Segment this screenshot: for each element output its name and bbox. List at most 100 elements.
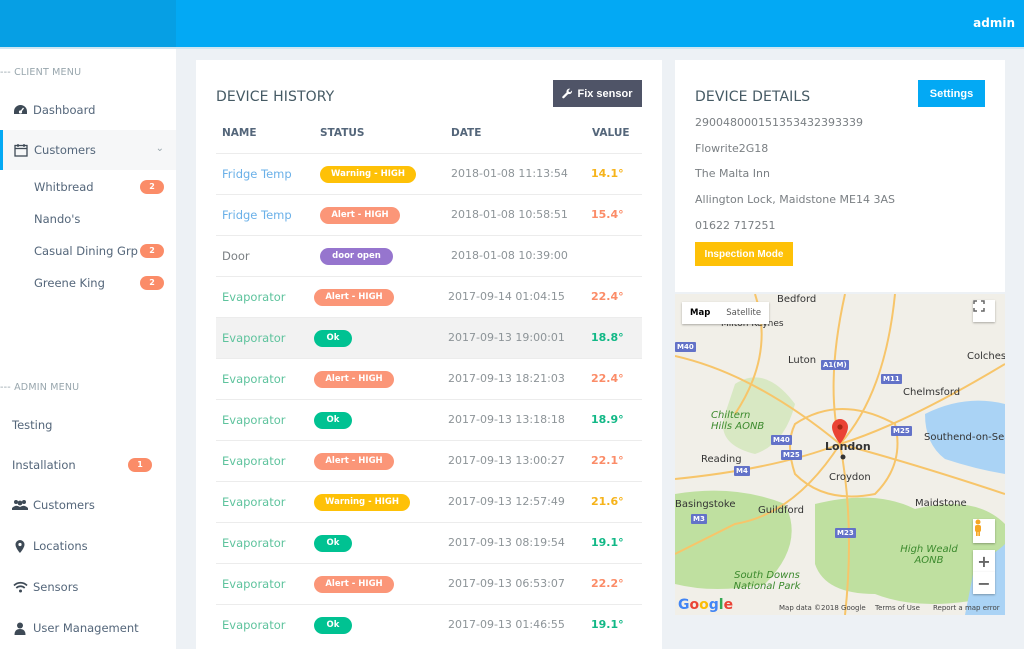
sensor-name-link[interactable]: Evaporator [222,331,286,345]
map-place-label: Southend-on-Sea [924,432,1005,443]
reading-date: 2017-09-13 08:19:54 [448,536,565,549]
map-type-satellite[interactable]: Satellite [718,302,769,324]
settings-button[interactable]: Settings [918,80,985,107]
sidebar: --- CLIENT MENU Dashboard Customers ⌄ Wh… [0,49,176,649]
sidebar-subitem-whitbread[interactable]: Whitbread 2 [34,177,164,197]
map-terms-link[interactable]: Terms of Use [875,604,920,612]
road-shield: M40 [771,435,792,445]
fullscreen-button[interactable] [973,300,995,322]
reading-date: 2018-01-08 11:13:54 [451,167,568,180]
reading-date: 2017-09-13 18:21:03 [448,372,565,385]
map-place-label: Chelmsford [903,387,961,398]
status-badge: Ok [314,412,352,429]
map-type-map[interactable]: Map [682,302,718,324]
sidebar-item-label: Installation [12,458,76,472]
table-row[interactable]: Evaporator Alert - HIGH 2017-09-13 06:53:0… [216,563,642,604]
status-badge: Alert - HIGH [314,371,394,388]
inspection-mode-button[interactable]: Inspection Mode [695,242,793,266]
pegman-icon [975,519,981,536]
map-report-link[interactable]: Report a map error [933,604,1000,612]
table-row[interactable]: Evaporator Ok 2017-09-13 08:19:54 19.1° [216,522,642,563]
sensor-name-link[interactable]: Fridge Temp [222,167,292,181]
sensor-name-link[interactable]: Evaporator [222,536,286,550]
fix-sensor-button[interactable]: Fix sensor [553,80,642,107]
table-row[interactable]: Door door open 2018-01-08 10:39:00 [216,235,642,276]
subitem-label: Whitbread [34,180,94,194]
sidebar-item-testing[interactable]: Testing [0,405,176,445]
zoom-out-button[interactable]: − [973,572,995,594]
status-badge: Ok [314,617,352,634]
table-row[interactable]: Fridge Temp Warning - HIGH 2018-01-08 11:1… [216,153,642,194]
sidebar-item-installation[interactable]: Installation 1 [0,445,176,485]
sidebar-item-label: Sensors [33,580,79,594]
minus-icon: − [977,573,991,593]
road-shield: M40 [675,342,696,352]
road-shield: M25 [891,426,912,436]
table-row[interactable]: Evaporator Alert - HIGH 2017-09-13 18:21:0… [216,358,642,399]
sensor-name-link[interactable]: Evaporator [222,454,286,468]
sidebar-subitem-greene-king[interactable]: Greene King 2 [34,273,164,293]
sidebar-item-label: Locations [33,539,88,553]
site-address: Allington Lock, Maidstone ME14 3AS [695,193,895,206]
column-header-status[interactable]: STATUS [320,127,364,139]
table-row[interactable]: Evaporator Alert - HIGH 2017-09-13 13:00:2… [216,440,642,481]
table-row[interactable]: Evaporator Alert - HIGH 2017-09-14 01:04:1… [216,276,642,317]
location-map[interactable]: Bedford Milton Keynes Luton Colchester C… [675,294,1005,615]
sidebar-item-admin-customers[interactable]: Customers [0,485,176,525]
sidebar-item-locations[interactable]: Locations [0,526,176,566]
device-id: 290048000151353432393339 [695,116,863,129]
brand-area [0,0,176,47]
user-menu[interactable]: admin [973,16,1015,30]
reading-date: 2017-09-14 01:04:15 [448,290,565,303]
sensor-name-link[interactable]: Evaporator [222,495,286,509]
site-phone: 01622 717251 [695,219,776,232]
status-badge: Warning - HIGH [314,494,410,511]
table-row[interactable]: Evaporator Ok 2017-09-13 01:46:55 19.1° [216,604,642,645]
sidebar-subitem-nandos[interactable]: Nando's [34,209,164,229]
sidebar-item-user-management[interactable]: User Management [0,608,176,648]
count-badge: 1 [128,458,152,472]
sidebar-item-sensors[interactable]: Sensors [0,567,176,607]
column-header-value[interactable]: VALUE [592,127,630,139]
table-row[interactable]: Evaporator Ok 2017-09-13 19:00:01 18.8° [216,317,642,358]
sensor-name-link[interactable]: Evaporator [222,290,286,304]
table-row[interactable]: Evaporator Warning - HIGH 2017-09-13 12:57… [216,481,642,522]
map-place-label: Maidstone [915,498,967,509]
reading-value: 22.1° [591,454,624,467]
status-badge: Ok [314,330,352,347]
sidebar-item-dashboard[interactable]: Dashboard [0,90,176,130]
column-header-name[interactable]: NAME [222,127,257,139]
sensor-name-link[interactable]: Evaporator [222,413,286,427]
count-badge: 2 [140,180,164,194]
reading-value: 22.4° [591,290,624,303]
chevron-down-icon[interactable]: ⌄ [156,143,164,154]
sensor-name-link[interactable]: Evaporator [222,618,286,632]
table-row[interactable]: Fridge Temp Alert - HIGH 2018-01-08 10:58:… [216,194,642,235]
road-shield: M25 [781,450,802,460]
subitem-label: Nando's [34,212,81,226]
column-header-date[interactable]: DATE [451,127,481,139]
device-details-panel: DEVICE DETAILS Settings 2900480001513534… [675,60,1005,292]
sensor-name-link[interactable]: Fridge Temp [222,208,292,222]
sensor-name-link[interactable]: Evaporator [222,577,286,591]
status-badge: Ok [314,535,352,552]
sidebar-item-customers[interactable]: Customers ⌄ [0,130,176,170]
sensor-name-link[interactable]: Door [222,249,250,263]
map-place-label: Basingstoke [675,499,736,510]
street-view-pegman[interactable] [973,519,995,543]
road-shield: M4 [734,466,750,476]
road-shield: M11 [881,374,902,384]
table-row[interactable]: Evaporator Ok 2017-09-13 13:18:18 18.9° [216,399,642,440]
reading-date: 2018-01-08 10:39:00 [451,249,568,262]
reading-date: 2017-09-13 13:18:18 [448,413,565,426]
sensor-name-link[interactable]: Evaporator [222,372,286,386]
status-badge: Warning - HIGH [320,166,416,183]
count-badge: 2 [140,276,164,290]
reading-date: 2017-09-13 19:00:01 [448,331,565,344]
reading-value: 19.1° [591,618,624,631]
sidebar-subitem-casual-dining[interactable]: Casual Dining Grp 2 [34,241,164,261]
reading-date: 2017-09-13 13:00:27 [448,454,565,467]
users-icon [12,498,28,512]
zoom-in-button[interactable]: + [973,550,995,572]
map-place-label: Reading [701,454,742,465]
